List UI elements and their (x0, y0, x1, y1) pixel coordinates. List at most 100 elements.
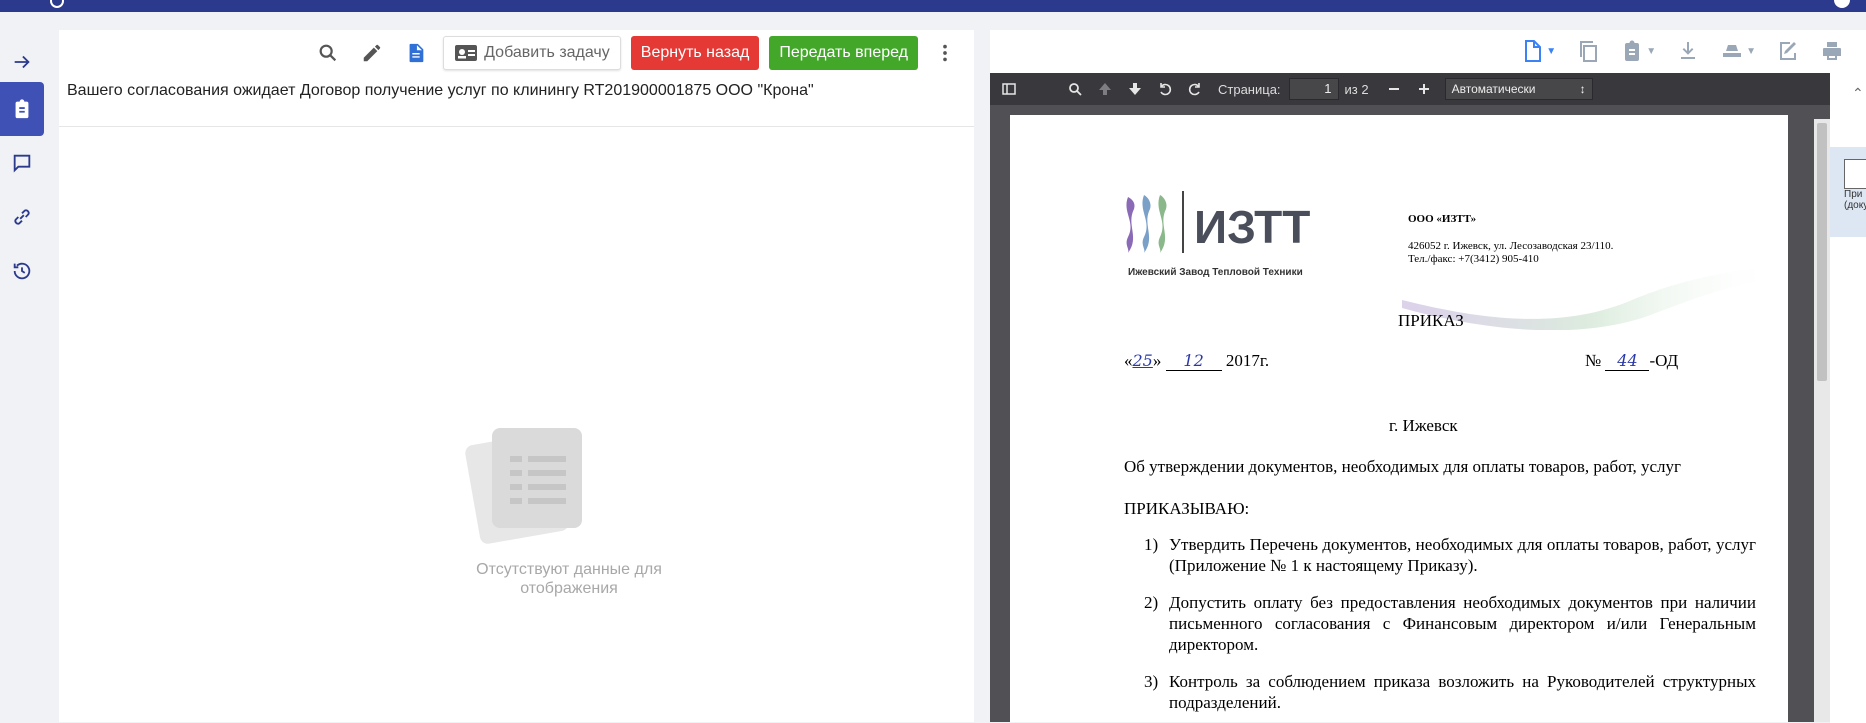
rotate-cw-button[interactable] (1180, 75, 1210, 103)
arrow-right-icon (14, 55, 30, 69)
top-header-bar (0, 0, 1866, 12)
file-icon (1525, 40, 1542, 62)
stamp-icon (1723, 45, 1742, 57)
rotate-left-icon (1160, 83, 1172, 96)
divider (59, 126, 974, 127)
copy-button[interactable] (1576, 35, 1600, 67)
print-button[interactable] (1820, 35, 1844, 67)
zoom-value: Автоматически (1451, 82, 1536, 96)
nav-tasks-button[interactable] (0, 82, 44, 136)
empty-state-text: Отсутствуют данные для отображения (476, 561, 662, 597)
arrow-up-icon (1099, 83, 1111, 95)
printer-icon (1823, 42, 1841, 60)
download-button[interactable] (1676, 35, 1700, 67)
search-icon (319, 44, 337, 62)
file-menu-button[interactable]: ▼ (1520, 35, 1556, 67)
date-month: 12 (1165, 351, 1222, 371)
org-phone: Тел./факс: +7(3412) 905-410 (1408, 253, 1539, 265)
chevron-updown-icon: ↕ (1579, 82, 1586, 96)
stamp-menu-button[interactable]: ▼ (1720, 35, 1756, 67)
org-name: ООО «ИЗТТ» (1408, 213, 1477, 225)
attachment-label: При (докуме (1844, 189, 1866, 211)
logo-subtitle: Ижевский Завод Тепловой Техники (1128, 267, 1303, 278)
pdf-file-icon (1844, 159, 1866, 189)
zoom-in-button[interactable] (1409, 75, 1439, 103)
history-icon (13, 262, 31, 280)
zoom-select[interactable]: Автоматически ↕ (1444, 78, 1593, 100)
search-button[interactable] (311, 36, 345, 70)
pdf-viewer: ИЗТТ Ижевский Завод Тепловой Техники ООО… (990, 105, 1830, 722)
document-city: г. Ижевск (1389, 416, 1458, 435)
pdf-search-button[interactable] (1060, 75, 1090, 103)
nav-links-button[interactable] (0, 190, 44, 244)
document-panel: ▼ ▼ ▼ Страница: 1 из 2 Автоматически ↕ ⌃… (990, 30, 1866, 723)
document-button[interactable] (399, 36, 433, 70)
rotate-right-icon (1188, 83, 1200, 96)
sidebar-icon (1002, 83, 1016, 95)
document-title: ПРИКАЗ (1398, 311, 1464, 330)
nav-history-button[interactable] (0, 244, 44, 298)
company-logo: ИЗТТ (1126, 191, 1310, 253)
logo-text: ИЗТТ (1194, 201, 1310, 253)
previous-page-button[interactable] (1090, 75, 1120, 103)
sidebar-toggle-button[interactable] (994, 75, 1024, 103)
brand-logo-icon (50, 0, 64, 8)
document-decree: ПРИКАЗЫВАЮ: (1124, 499, 1250, 518)
next-page-button[interactable] (1120, 75, 1150, 103)
task-panel: Добавить задачу Вернуть назад Передать в… (59, 30, 974, 722)
vertical-ellipsis-icon (943, 44, 947, 62)
add-task-button[interactable]: Добавить задачу (443, 36, 621, 70)
chevron-down-icon: ▼ (1746, 45, 1756, 57)
empty-documents-icon (465, 428, 582, 544)
date-day: 25 (1132, 351, 1153, 370)
document-toolbar: ▼ ▼ ▼ (1520, 30, 1866, 72)
plus-icon (1418, 84, 1429, 94)
chat-icon (13, 154, 31, 173)
contact-card-icon (455, 45, 478, 61)
attachment-thumbnail[interactable]: При (докуме (1830, 147, 1866, 237)
chevron-down-icon: ▼ (1546, 45, 1557, 57)
minus-icon (1388, 88, 1399, 90)
left-nav (0, 12, 44, 722)
chevron-down-icon: ▼ (1646, 45, 1657, 57)
clipboard-icon (15, 99, 29, 119)
page-label: Страница: (1218, 81, 1281, 97)
nav-comments-button[interactable] (0, 136, 44, 190)
task-title: Вашего согласования ожидает Договор полу… (67, 82, 814, 99)
pdf-scrollbar[interactable] (1814, 119, 1830, 722)
number-value: 44 (1605, 351, 1650, 371)
pdf-viewer-toolbar: Страница: 1 из 2 Автоматически ↕ (990, 73, 1830, 105)
attachments-sidebar: ⌃ При (докуме (1830, 73, 1866, 723)
document-date: «25» 12 2017г. (1124, 351, 1270, 371)
document-number: № 44 -ОД (1585, 351, 1679, 371)
document-icon (409, 43, 424, 63)
nav-expand-button[interactable] (0, 35, 44, 89)
sign-button[interactable] (1776, 35, 1800, 67)
copy-icon (1580, 41, 1598, 62)
list-item: 1) Утвердить Перечень документов, необход… (1144, 535, 1756, 575)
scrollbar-thumb[interactable] (1817, 123, 1827, 381)
page-number-input[interactable]: 1 (1288, 78, 1339, 100)
list-item: 2) Допустить оплату без предоставления не… (1144, 593, 1756, 654)
return-back-button[interactable]: Вернуть назад (630, 36, 760, 70)
link-icon (14, 209, 30, 225)
add-task-label: Добавить задачу (484, 44, 610, 61)
page-total: из 2 (1344, 81, 1369, 97)
more-options-button[interactable] (928, 36, 962, 70)
user-avatar[interactable] (1834, 0, 1850, 8)
rotate-ccw-button[interactable] (1150, 75, 1180, 103)
document-subject: Об утверждении документов, необходимых д… (1124, 457, 1682, 476)
download-icon (1681, 42, 1696, 59)
clipboard-menu-button[interactable]: ▼ (1620, 35, 1656, 67)
edit-document-icon (1780, 42, 1796, 60)
edit-button[interactable] (355, 36, 389, 70)
forward-button[interactable]: Передать вперед (769, 36, 918, 70)
pdf-page: ИЗТТ Ижевский Завод Тепловой Техники ООО… (1010, 115, 1788, 722)
clipboard-icon (1625, 40, 1640, 61)
task-toolbar: Добавить задачу Вернуть назад Передать в… (311, 34, 974, 72)
zoom-out-button[interactable] (1379, 75, 1409, 103)
chevron-up-icon[interactable]: ⌃ (1852, 85, 1864, 102)
search-icon (1069, 83, 1082, 96)
arrow-down-icon (1129, 83, 1141, 95)
list-item: 3) Контроль за соблюдением приказа возлож… (1144, 672, 1756, 712)
